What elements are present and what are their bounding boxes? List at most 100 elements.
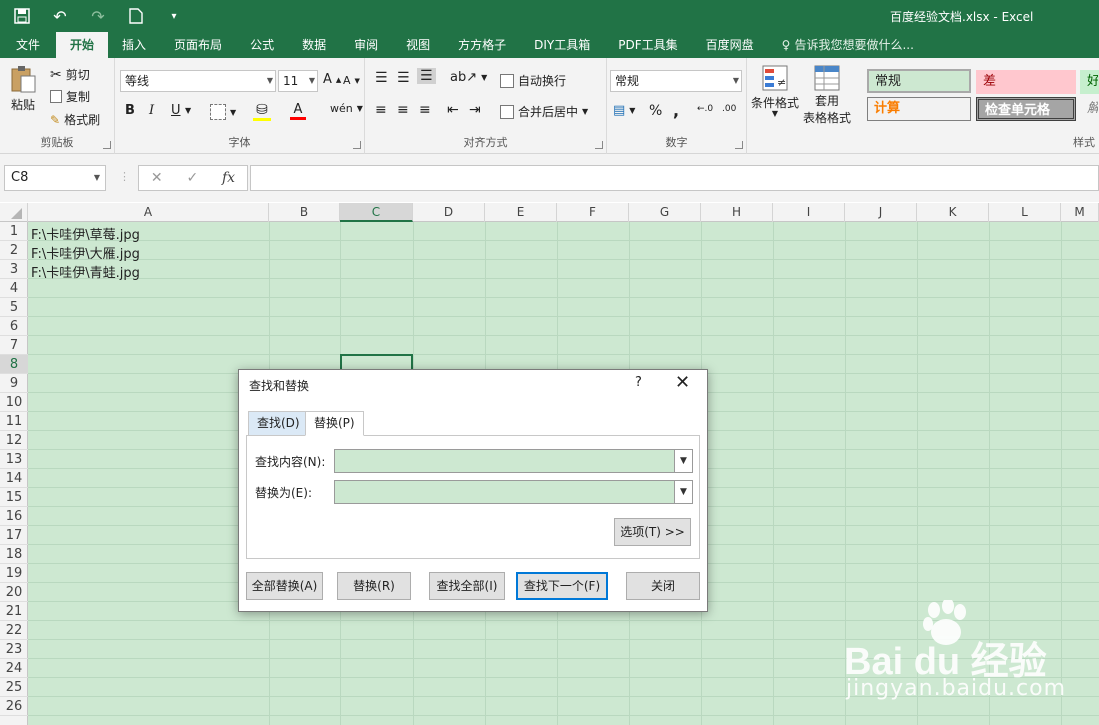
row-header-4[interactable]: 4 xyxy=(0,279,28,298)
save-icon[interactable] xyxy=(10,4,34,28)
font-name-select[interactable]: 等线 ▼ xyxy=(120,70,276,92)
new-file-icon[interactable] xyxy=(124,4,148,28)
format-painter-button[interactable]: ✎ 格式刷 xyxy=(50,111,100,128)
replace-all-button[interactable]: 全部替换(A) xyxy=(246,572,323,600)
close-button[interactable]: 关闭 xyxy=(626,572,700,600)
tab-insert[interactable]: 插入 xyxy=(108,32,160,58)
undo-icon[interactable]: ↶ xyxy=(48,4,72,28)
find-all-button[interactable]: 查找全部(I) xyxy=(429,572,505,600)
replace-with-input[interactable]: ▼ xyxy=(334,480,693,504)
wrap-text-button[interactable]: 自动换行 xyxy=(500,72,566,89)
column-header-m[interactable]: M xyxy=(1061,203,1099,222)
fill-color-button[interactable]: ⛁ xyxy=(253,102,271,121)
tell-me-box[interactable]: ♀ 告诉我您想要做什么... xyxy=(768,32,928,58)
cell-a3[interactable]: F:\卡哇伊\青蛙.jpg xyxy=(31,262,140,281)
row-header-16[interactable]: 16 xyxy=(0,507,28,526)
cell-a2[interactable]: F:\卡哇伊\大雁.jpg xyxy=(31,243,140,262)
row-header-19[interactable]: 19 xyxy=(0,564,28,583)
increase-decimal-icon[interactable]: ←.0 xyxy=(697,104,713,114)
borders-button[interactable]: ▼ xyxy=(210,104,236,120)
insert-function-icon[interactable]: fx xyxy=(222,170,235,186)
increase-font-button[interactable]: A ▲ xyxy=(323,72,341,87)
underline-dropdown-icon[interactable]: ▼ xyxy=(185,106,191,115)
tab-view[interactable]: 视图 xyxy=(392,32,444,58)
conditional-format-button[interactable]: ≠ 条件格式 ▼ xyxy=(751,64,799,118)
column-header-f[interactable]: F xyxy=(557,203,629,222)
row-header-20[interactable]: 20 xyxy=(0,583,28,602)
formula-input[interactable] xyxy=(250,165,1099,191)
row-header-24[interactable]: 24 xyxy=(0,659,28,678)
align-left-icon[interactable]: ≡ xyxy=(375,102,387,118)
options-button[interactable]: 选项(T) >> xyxy=(614,518,691,546)
row-header-2[interactable]: 2 xyxy=(0,241,28,260)
font-launcher[interactable] xyxy=(353,141,361,149)
row-header-3[interactable]: 3 xyxy=(0,260,28,279)
decrease-indent-icon[interactable]: ⇤ xyxy=(447,102,459,118)
column-header-c[interactable]: C xyxy=(340,203,413,222)
row-header-17[interactable]: 17 xyxy=(0,526,28,545)
style-bad[interactable]: 差 xyxy=(976,70,1076,94)
row-header-6[interactable]: 6 xyxy=(0,317,28,336)
underline-button[interactable]: U xyxy=(171,103,181,118)
column-header-j[interactable]: J xyxy=(845,203,917,222)
help-icon[interactable]: ? xyxy=(635,375,642,390)
percent-button[interactable]: % xyxy=(649,103,662,119)
column-header-e[interactable]: E xyxy=(485,203,557,222)
column-header-a[interactable]: A xyxy=(28,203,269,222)
customize-qat-icon[interactable]: ▾ xyxy=(162,4,186,28)
tab-pdf-tools[interactable]: PDF工具集 xyxy=(604,32,691,58)
decrease-font-button[interactable]: A ▼ xyxy=(343,74,360,87)
chevron-down-icon[interactable]: ▼ xyxy=(674,481,692,503)
style-normal[interactable]: 常规 xyxy=(867,69,971,93)
alignment-launcher[interactable] xyxy=(595,141,603,149)
row-header-15[interactable]: 15 xyxy=(0,488,28,507)
cell-a1[interactable]: F:\卡哇伊\草莓.jpg xyxy=(31,224,140,243)
style-calculation[interactable]: 计算 xyxy=(867,97,971,121)
cut-button[interactable]: ✂ 剪切 xyxy=(50,66,90,83)
row-header-26[interactable]: 26 xyxy=(0,697,28,716)
select-all-corner[interactable] xyxy=(0,203,28,222)
row-header-5[interactable]: 5 xyxy=(0,298,28,317)
close-icon[interactable]: ✕ xyxy=(675,372,690,393)
row-header-14[interactable]: 14 xyxy=(0,469,28,488)
number-format-select[interactable]: 常规 ▼ xyxy=(610,70,742,92)
cancel-icon[interactable]: ✕ xyxy=(151,170,163,186)
align-center-icon[interactable]: ≡ xyxy=(397,102,409,118)
chevron-down-icon[interactable]: ▼ xyxy=(674,450,692,472)
tab-page-layout[interactable]: 页面布局 xyxy=(160,32,236,58)
style-check-cell[interactable]: 检查单元格 xyxy=(976,97,1076,121)
orientation-icon[interactable]: ab↗ ▼ xyxy=(450,70,487,85)
tab-find[interactable]: 查找(D) xyxy=(248,411,309,436)
column-header-d[interactable]: D xyxy=(413,203,485,222)
column-header-k[interactable]: K xyxy=(917,203,989,222)
row-header-13[interactable]: 13 xyxy=(0,450,28,469)
tab-data[interactable]: 数据 xyxy=(288,32,340,58)
tab-replace[interactable]: 替换(P) xyxy=(305,411,364,436)
tab-fangfangezi[interactable]: 方方格子 xyxy=(444,32,520,58)
font-color-button[interactable]: A xyxy=(290,102,306,120)
row-header-23[interactable]: 23 xyxy=(0,640,28,659)
row-header-22[interactable]: 22 xyxy=(0,621,28,640)
column-header-g[interactable]: G xyxy=(629,203,701,222)
format-as-table-button[interactable]: 套用 表格格式 xyxy=(803,64,851,126)
copy-button[interactable]: 复制 xyxy=(50,88,90,105)
find-what-input[interactable]: ▼ xyxy=(334,449,693,473)
column-header-i[interactable]: I xyxy=(773,203,845,222)
tab-review[interactable]: 审阅 xyxy=(340,32,392,58)
column-header-h[interactable]: H xyxy=(701,203,773,222)
paste-button[interactable]: 粘贴 xyxy=(8,64,38,113)
accounting-format-button[interactable]: ▤ ▼ xyxy=(613,103,635,118)
comma-button[interactable]: , xyxy=(673,101,679,120)
decrease-decimal-icon[interactable]: .00 xyxy=(722,104,736,114)
merge-center-button[interactable]: 合并后居中 ▼ xyxy=(500,103,588,120)
align-right-icon[interactable]: ≡ xyxy=(419,102,431,118)
tab-diy-toolbox[interactable]: DIY工具箱 xyxy=(520,32,604,58)
phonetic-button[interactable]: wén ▼ xyxy=(330,102,363,115)
bold-button[interactable]: B xyxy=(125,103,135,118)
row-header-10[interactable]: 10 xyxy=(0,393,28,412)
tab-home[interactable]: 开始 xyxy=(56,32,109,58)
find-next-button[interactable]: 查找下一个(F) xyxy=(516,572,608,600)
row-header-11[interactable]: 11 xyxy=(0,412,28,431)
clipboard-launcher[interactable] xyxy=(103,141,111,149)
row-header-8[interactable]: 8 xyxy=(0,355,28,374)
